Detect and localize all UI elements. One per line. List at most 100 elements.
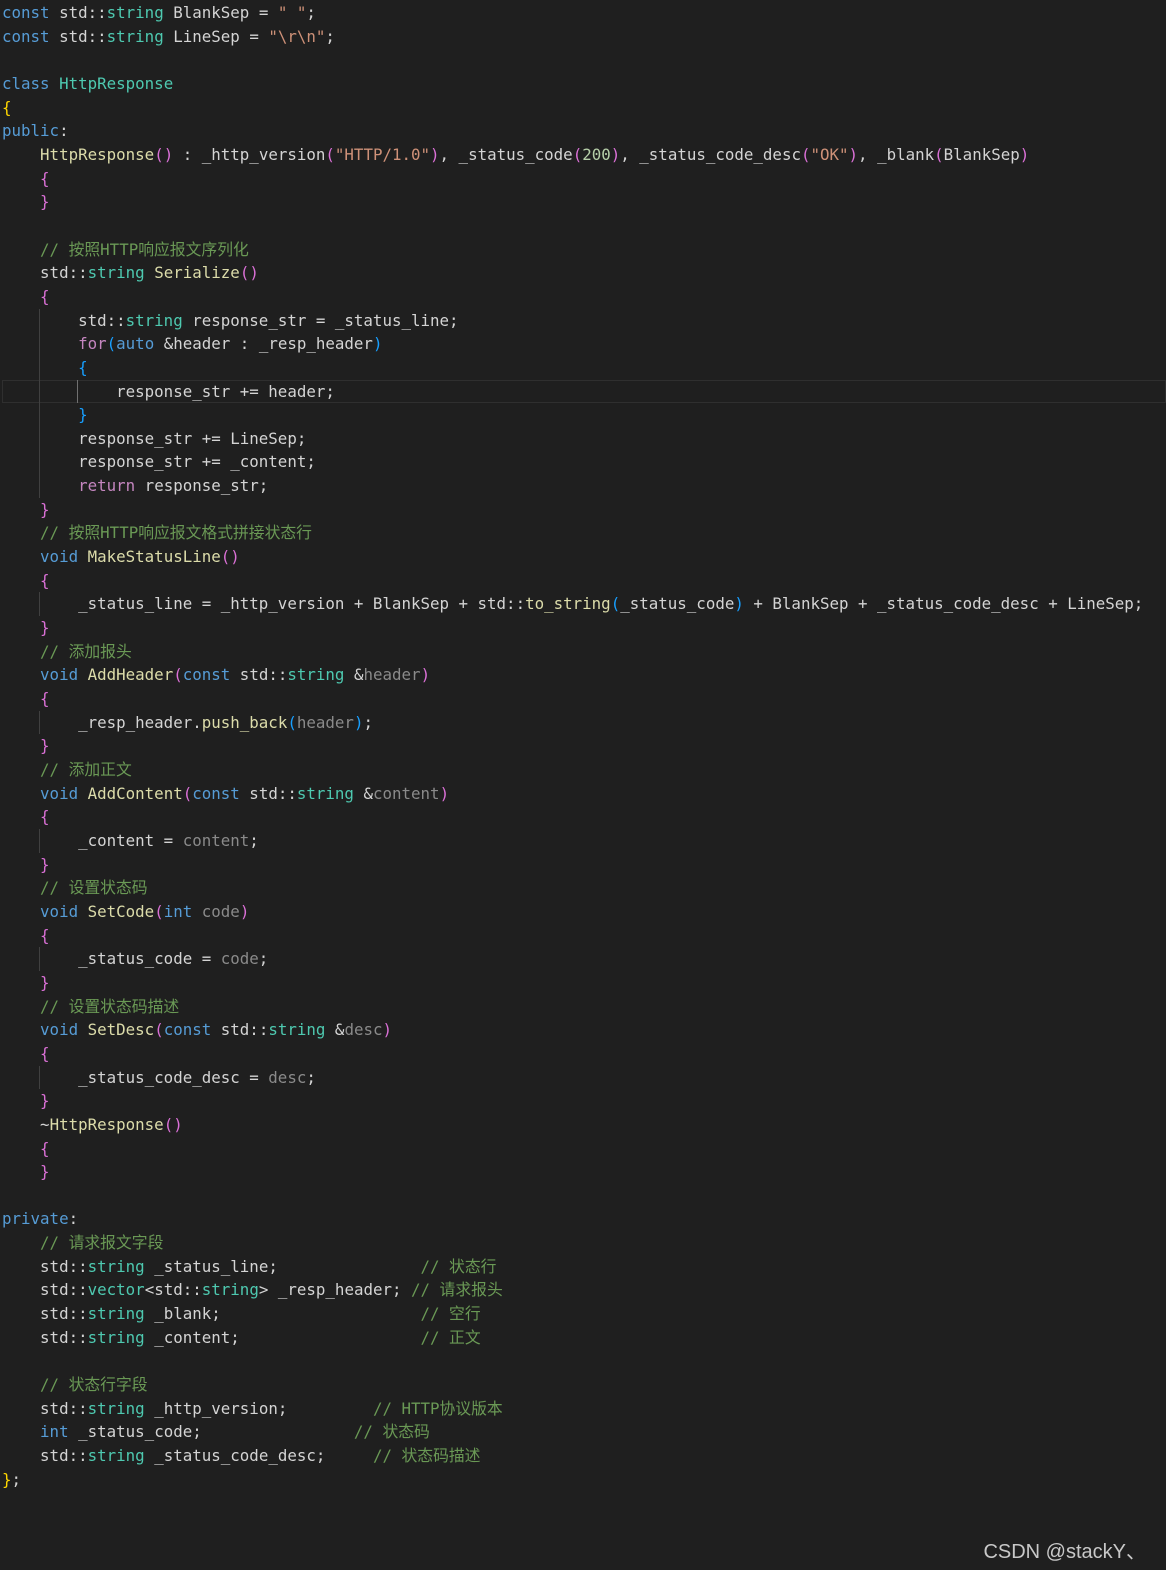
code-line[interactable]: {	[2, 1042, 1166, 1066]
code-line[interactable]: _status_line = _http_version + BlankSep …	[2, 592, 1166, 617]
code-token: response_str += LineSep;	[2, 428, 307, 448]
code-token: desc	[344, 1020, 383, 1040]
code-line[interactable]: std::string _content; // 正文	[2, 1326, 1166, 1350]
code-line[interactable]: _status_code_desc = desc;	[2, 1065, 1166, 1090]
code-line[interactable]: }	[2, 498, 1166, 522]
code-token: ()	[239, 263, 259, 283]
code-line[interactable]: // 添加报头	[2, 640, 1166, 664]
code-token: AddContent	[87, 783, 183, 803]
code-token: )	[610, 144, 621, 164]
code-token: {	[40, 925, 50, 945]
code-line[interactable]: std::string Serialize()	[2, 261, 1166, 285]
code-line[interactable]: _status_code = code;	[2, 947, 1166, 971]
code-line[interactable]: void AddHeader(const std::string &header…	[2, 663, 1166, 687]
code-token: "\r\n"	[268, 26, 326, 46]
code-token: }	[40, 499, 50, 519]
code-line[interactable]: class HttpResponse	[2, 72, 1166, 96]
code-line[interactable]: }	[2, 1160, 1166, 1184]
code-token: }	[40, 618, 50, 638]
code-token: header	[296, 712, 354, 732]
code-token: // 状态行	[420, 1256, 497, 1276]
code-token: {	[40, 689, 50, 709]
code-token: AddHeader	[87, 665, 174, 685]
code-token: " "	[277, 3, 307, 22]
code-line[interactable]: }	[2, 853, 1166, 877]
code-line[interactable]: std::string _status_line; // 状态行	[2, 1255, 1166, 1279]
code-line[interactable]: {	[2, 569, 1166, 593]
code-line-current[interactable]: response_str += header;	[2, 379, 1166, 404]
code-line[interactable]: HttpResponse() : _http_version("HTTP/1.0…	[2, 143, 1166, 167]
code-line[interactable]: // 按照HTTP响应报文格式拼接状态行	[2, 521, 1166, 545]
code-line[interactable]: // 按照HTTP响应报文序列化	[2, 238, 1166, 262]
code-line[interactable]	[2, 1349, 1166, 1373]
code-token: _content;	[144, 1327, 421, 1347]
code-line[interactable]: _resp_header.push_back(header);	[2, 710, 1166, 735]
code-token: // 请求报文字段	[40, 1233, 164, 1253]
code-line[interactable]: // 请求报文字段	[2, 1231, 1166, 1255]
code-line[interactable]	[2, 48, 1166, 72]
code-line[interactable]: response_str += LineSep;	[2, 426, 1166, 451]
code-line[interactable]: {	[2, 96, 1166, 120]
code-line[interactable]: }	[2, 1089, 1166, 1113]
code-line[interactable]: std::vector<std::string> _resp_header; /…	[2, 1278, 1166, 1302]
code-line[interactable]: for(auto &header : _resp_header)	[2, 332, 1166, 356]
indent-guide	[39, 426, 41, 451]
code-line[interactable]: {	[2, 924, 1166, 948]
code-token: )	[372, 334, 383, 354]
code-line[interactable]: {	[2, 805, 1166, 829]
code-line[interactable]: _content = content;	[2, 828, 1166, 853]
code-line[interactable]: void MakeStatusLine()	[2, 545, 1166, 569]
code-area[interactable]: const std::string BlankSep = " "; const s…	[2, 1, 1166, 1491]
code-line[interactable]: void SetDesc(const std::string &desc)	[2, 1018, 1166, 1042]
code-token: )	[239, 901, 250, 921]
code-line[interactable]: }	[2, 971, 1166, 995]
code-token: )	[420, 665, 431, 685]
code-line[interactable]: ~HttpResponse()	[2, 1113, 1166, 1137]
code-line[interactable]: {	[2, 1137, 1166, 1161]
code-line[interactable]: return response_str;	[2, 474, 1166, 498]
code-line[interactable]: void SetCode(int code)	[2, 900, 1166, 924]
code-line[interactable]: }	[2, 616, 1166, 640]
code-line[interactable]: public:	[2, 119, 1166, 143]
indent-guide	[39, 592, 41, 617]
code-line[interactable]: std::string _blank; // 空行	[2, 1302, 1166, 1326]
code-line[interactable]: {	[2, 167, 1166, 191]
code-line[interactable]: // 状态行字段	[2, 1373, 1166, 1397]
code-line[interactable]: }	[2, 190, 1166, 214]
code-editor[interactable]: const std::string BlankSep = " "; const s…	[0, 0, 1166, 1570]
indent-guide	[39, 403, 41, 427]
code-line[interactable]: }	[2, 403, 1166, 427]
code-line[interactable]: std::string response_str = _status_line;	[2, 308, 1166, 333]
code-token: // 空行	[420, 1304, 481, 1324]
code-token: // 请求报头	[411, 1280, 503, 1300]
code-line[interactable]: // 设置状态码描述	[2, 995, 1166, 1019]
code-token: push_back	[201, 712, 288, 732]
code-line[interactable]: {	[2, 285, 1166, 309]
code-token: + BlankSep + _status_code_desc + LineSep…	[743, 594, 1144, 614]
code-line[interactable]: }	[2, 734, 1166, 758]
code-line[interactable]: std::string _status_code_desc; // 状态码描述	[2, 1444, 1166, 1468]
code-line[interactable]: private:	[2, 1207, 1166, 1231]
code-line[interactable]: const std::string LineSep = "\r\n";	[2, 25, 1166, 49]
code-line[interactable]: std::string _http_version; // HTTP协议版本	[2, 1397, 1166, 1421]
code-line[interactable]: const std::string BlankSep = " ";	[2, 1, 1166, 25]
code-token: string	[87, 1256, 145, 1276]
code-line[interactable]	[2, 214, 1166, 238]
code-token: _resp_header.	[2, 712, 202, 732]
code-line[interactable]: int _status_code; // 状态码	[2, 1420, 1166, 1444]
code-line[interactable]: // 设置状态码	[2, 876, 1166, 900]
code-line[interactable]: void AddContent(const std::string &conte…	[2, 782, 1166, 806]
code-token: public	[2, 121, 60, 141]
code-line[interactable]: {	[2, 687, 1166, 711]
code-line[interactable]: // 添加正文	[2, 758, 1166, 782]
code-line[interactable]: {	[2, 355, 1166, 380]
code-line[interactable]: };	[2, 1468, 1166, 1492]
code-line[interactable]	[2, 1184, 1166, 1208]
code-line[interactable]: response_str += _content;	[2, 450, 1166, 475]
